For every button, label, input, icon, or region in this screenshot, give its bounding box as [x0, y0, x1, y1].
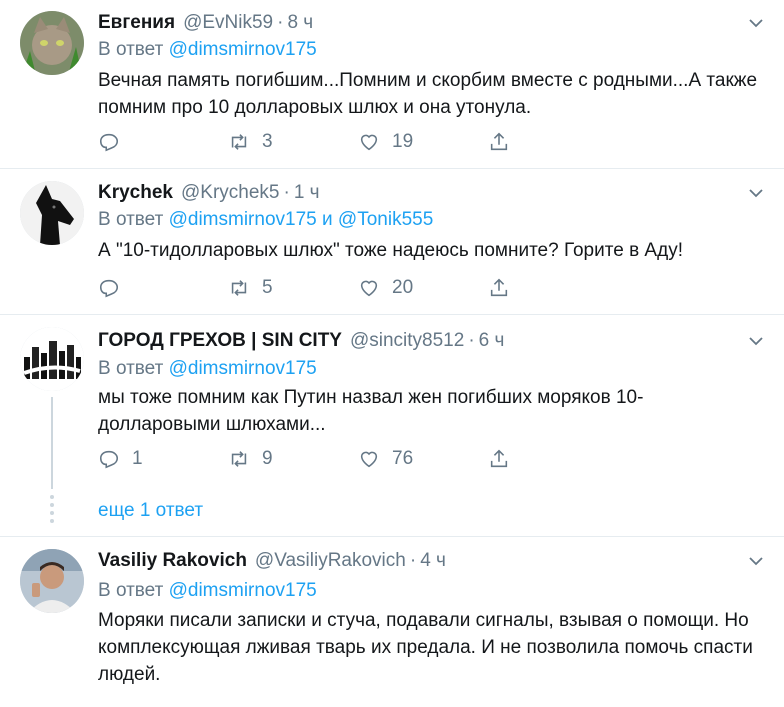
tweet-actions: 3 19	[98, 129, 518, 155]
tweet-header: Vasiliy Rakovich @VasiliyRakovich · 4 ч	[98, 549, 446, 573]
thread-dot	[50, 519, 54, 523]
separator-dot: ·	[283, 182, 290, 203]
tweet-header: Евгения @EvNik59 · 8 ч	[98, 11, 313, 35]
tweet-actions: 5 20	[98, 275, 518, 301]
tweet[interactable]: Vasiliy Rakovich @VasiliyRakovich · 4 ч В о…	[0, 537, 784, 707]
reply-prefix: В ответ	[98, 209, 164, 230]
thread-dot	[50, 495, 54, 499]
chevron-down-icon[interactable]	[748, 553, 764, 569]
like-button[interactable]: 19	[358, 129, 413, 155]
separator-dot: ·	[277, 12, 284, 33]
tweet-actions: 1 9 76	[98, 446, 518, 472]
mention-link[interactable]: @dimsmirnov175	[169, 580, 317, 601]
display-name[interactable]: ГОРОД ГРЕХОВ | SIN CITY	[98, 330, 342, 351]
mention-link[interactable]: @dimsmirnov175	[169, 358, 317, 379]
reply-button[interactable]	[98, 275, 132, 301]
reply-context: В ответ @dimsmirnov175	[98, 356, 317, 382]
heart-icon	[360, 280, 378, 297]
share-button[interactable]	[488, 129, 522, 155]
retweet-button[interactable]: 3	[228, 129, 273, 155]
retweet-icon	[231, 451, 247, 467]
share-button[interactable]	[488, 446, 522, 472]
avatar[interactable]	[20, 549, 84, 613]
tweet-text: мы тоже помним как Путин назвал жен поги…	[98, 387, 644, 435]
tweet-header: ГОРОД ГРЕХОВ | SIN CITY @sincity8512 · 6 ч	[98, 329, 504, 353]
reply-icon	[99, 133, 119, 152]
mention-link[interactable]: @dimsmirnov175	[169, 209, 317, 230]
tweet-feed: Евгения @EvNik59 · 8 ч В ответ @dimsmirnov1…	[0, 0, 784, 690]
retweet-button[interactable]: 5	[228, 275, 273, 301]
username[interactable]: @VasiliyRakovich	[255, 550, 406, 571]
reply-prefix: В ответ	[98, 39, 164, 60]
like-button[interactable]: 20	[358, 275, 413, 301]
heart-icon	[360, 134, 378, 151]
avatar[interactable]	[20, 327, 84, 391]
timestamp[interactable]: 6 ч	[479, 330, 505, 351]
timestamp[interactable]: 1 ч	[294, 182, 320, 203]
share-icon	[490, 449, 508, 468]
tweet-text: А "10-тидолларовых шлюх" тоже надеюсь по…	[98, 240, 683, 261]
show-more-replies-link[interactable]: еще 1 ответ	[98, 498, 203, 524]
chevron-down-icon[interactable]	[748, 185, 764, 201]
chevron-down-icon[interactable]	[748, 333, 764, 349]
separator-dot: ·	[468, 330, 475, 351]
like-button[interactable]: 76	[358, 446, 413, 472]
like-count: 19	[392, 131, 414, 152]
timestamp[interactable]: 4 ч	[420, 550, 446, 571]
reply-context: В ответ @dimsmirnov175 и @Tonik555	[98, 207, 433, 233]
thread-line	[51, 397, 53, 489]
tweet-text: Моряки писали записки и стуча, подавали …	[98, 610, 753, 685]
heart-icon	[360, 451, 378, 468]
reply-context: В ответ @dimsmirnov175	[98, 578, 317, 604]
reply-count: 1	[132, 448, 143, 469]
reply-button[interactable]: 1	[98, 446, 143, 472]
tweet[interactable]: Евгения @EvNik59 · 8 ч В ответ @dimsmirnov1…	[0, 0, 784, 169]
like-count: 20	[392, 277, 414, 298]
retweet-count: 3	[262, 131, 273, 152]
tweet-header: Krychek @Krychek5 · 1 ч	[98, 181, 320, 205]
reply-prefix: В ответ	[98, 358, 164, 379]
mention-link[interactable]: @dimsmirnov175	[169, 39, 317, 60]
thread-dot	[50, 503, 54, 507]
reply-icon	[99, 279, 119, 298]
tweet-text: Вечная память погибшим...Помним и скорби…	[98, 70, 758, 118]
avatar[interactable]	[20, 11, 84, 75]
retweet-icon	[231, 280, 247, 296]
chevron-down-icon[interactable]	[748, 15, 764, 31]
retweet-icon	[231, 134, 247, 150]
separator-dot: ·	[409, 550, 417, 571]
like-count: 76	[392, 448, 414, 469]
tweet[interactable]: Krychek @Krychek5 · 1 ч В ответ @dimsmirnov…	[0, 169, 784, 315]
mention-link[interactable]: @Tonik555	[338, 209, 433, 230]
display-name[interactable]: Krychek	[98, 182, 173, 203]
display-name[interactable]: Евгения	[98, 12, 175, 33]
avatar[interactable]	[20, 181, 84, 245]
reply-button[interactable]	[98, 129, 132, 155]
share-icon	[490, 132, 508, 151]
reply-context: В ответ @dimsmirnov175	[98, 37, 317, 63]
timestamp[interactable]: 8 ч	[287, 12, 313, 33]
username[interactable]: @EvNik59	[183, 12, 273, 33]
username[interactable]: @sincity8512	[350, 330, 464, 351]
retweet-count: 5	[262, 277, 273, 298]
share-icon	[490, 278, 508, 297]
reply-icon	[99, 450, 119, 469]
display-name[interactable]: Vasiliy Rakovich	[98, 550, 247, 571]
retweet-button[interactable]: 9	[228, 446, 273, 472]
reply-prefix: В ответ	[98, 580, 164, 601]
retweet-count: 9	[262, 448, 273, 469]
tweet[interactable]: ГОРОД ГРЕХОВ | SIN CITY @sincity8512 · 6 ч …	[0, 315, 784, 537]
thread-dot	[50, 511, 54, 515]
share-button[interactable]	[488, 275, 522, 301]
mention-conjunction: и	[322, 209, 333, 230]
username[interactable]: @Krychek5	[181, 182, 280, 203]
